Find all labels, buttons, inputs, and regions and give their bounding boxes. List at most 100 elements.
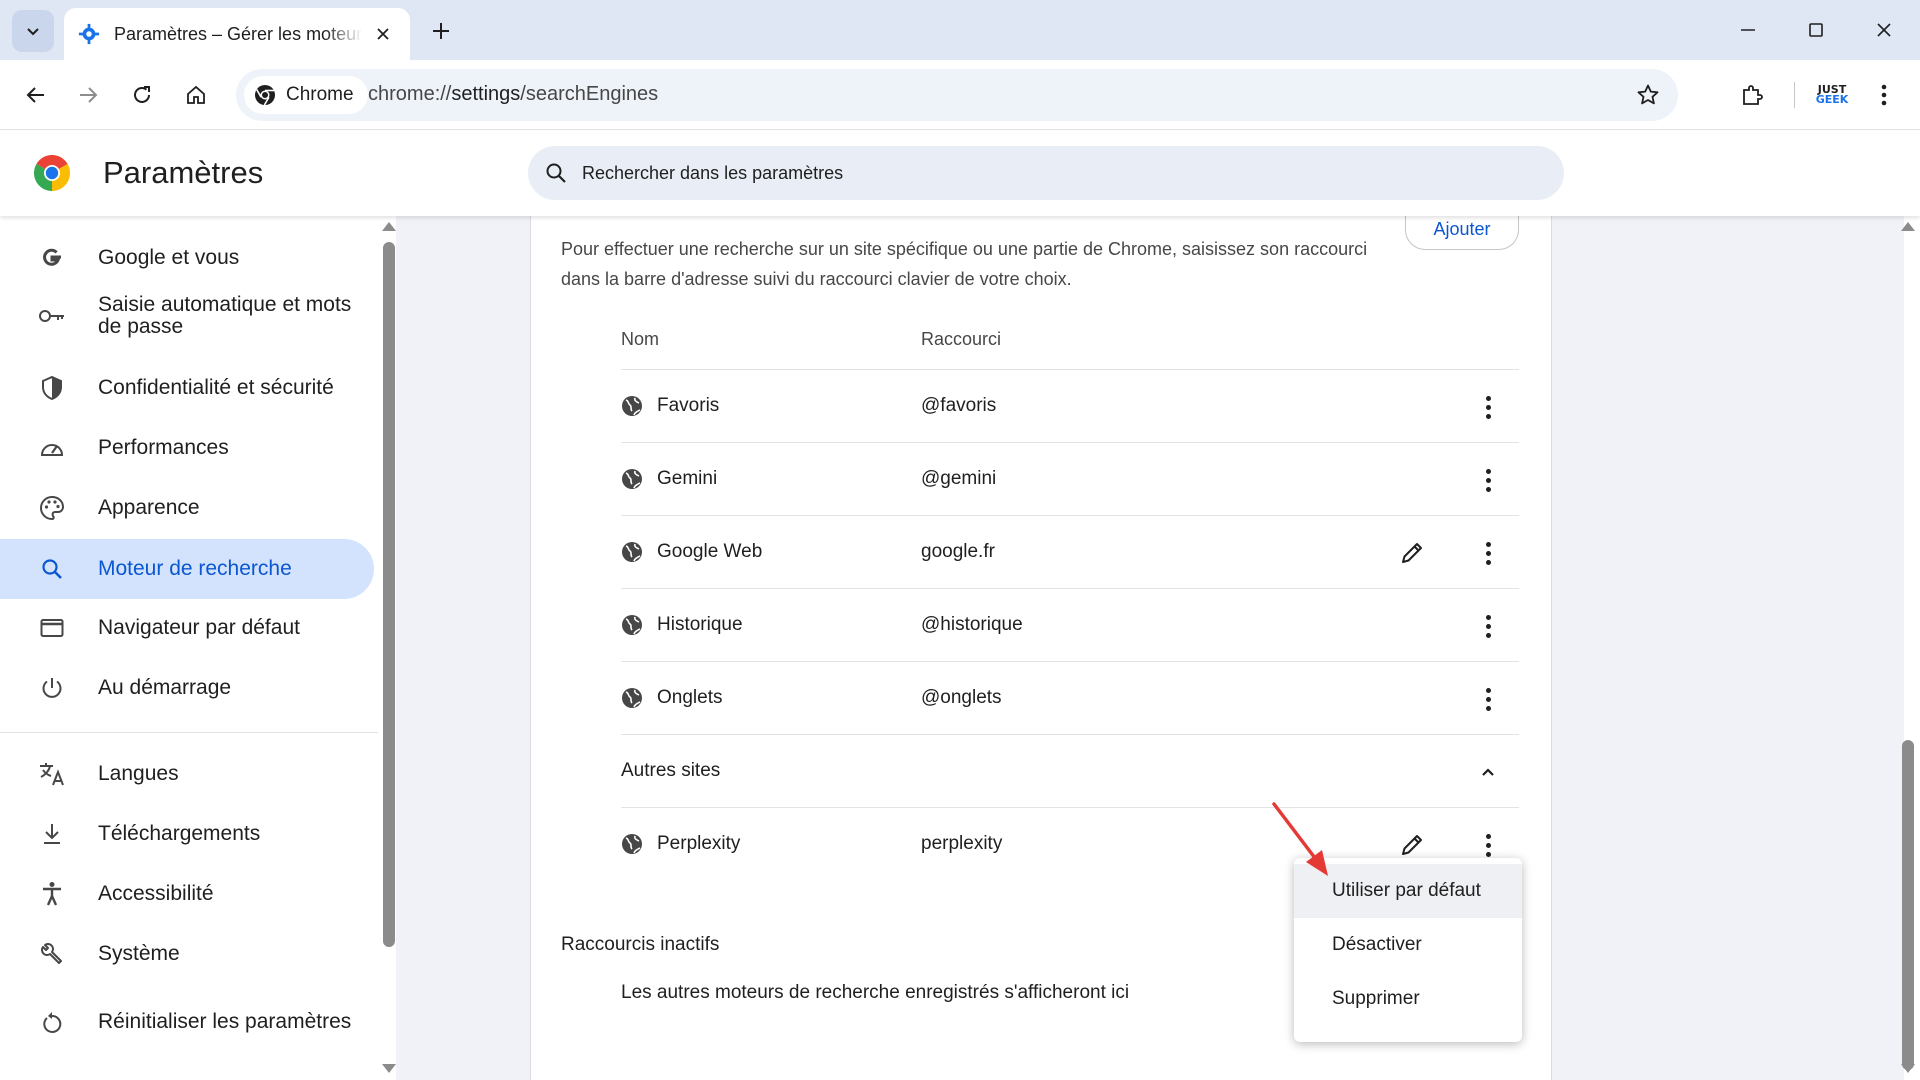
column-header-shortcut: Raccourci <box>921 329 1002 349</box>
toolbar-separator <box>1794 82 1795 108</box>
more-actions-button[interactable] <box>1471 463 1505 497</box>
arrow-right-icon <box>80 87 98 103</box>
more-vert-icon <box>1485 394 1491 421</box>
inactive-shortcuts-title: Raccourcis inactifs <box>561 934 720 955</box>
more-actions-button[interactable] <box>1471 536 1505 570</box>
profile-button[interactable]: JUST GEEK <box>1810 77 1854 113</box>
sidebar-item-system[interactable]: Système <box>0 932 374 976</box>
power-icon <box>38 674 66 702</box>
extensions-button[interactable] <box>1730 73 1774 117</box>
sidebar-item-languages[interactable]: Langues <box>0 752 374 796</box>
chrome-logo-icon <box>34 155 70 191</box>
main-scroll-up[interactable] <box>1901 222 1915 231</box>
sidebar-scroll-up[interactable] <box>382 222 396 231</box>
chrome-menu-button[interactable] <box>1862 73 1906 117</box>
engine-shortcut: @favoris <box>921 395 997 416</box>
main-scrollbar[interactable] <box>1902 740 1914 1070</box>
sidebar-item-label: Moteur de recherche <box>98 557 292 580</box>
menu-item-delete[interactable]: Supprimer <box>1294 972 1522 1026</box>
star-icon <box>1637 84 1659 105</box>
puzzle-icon <box>1743 85 1763 105</box>
settings-search-input[interactable] <box>582 162 1482 184</box>
more-vert-icon <box>1485 686 1491 713</box>
engine-name: Google Web <box>657 541 763 562</box>
more-vert-icon <box>1485 540 1491 567</box>
sidebar-item-startup[interactable]: Au démarrage <box>0 666 374 710</box>
minimize-button[interactable] <box>1718 8 1778 52</box>
sidebar-item-downloads[interactable]: Téléchargements <box>0 812 374 856</box>
browser-tab-settings[interactable]: Paramètres – Gérer les moteurs de recher… <box>64 8 410 60</box>
new-tab-button[interactable] <box>424 14 458 48</box>
more-vert-icon <box>1485 467 1491 494</box>
sidebar-item-search-engine[interactable]: Moteur de recherche <box>0 539 374 599</box>
table-row: Gemini @gemini <box>621 442 1519 515</box>
menu-item-deactivate[interactable]: Désactiver <box>1294 918 1522 972</box>
add-button[interactable]: Ajouter <box>1405 210 1519 250</box>
sidebar-item-default-browser[interactable]: Navigateur par défaut <box>0 606 374 650</box>
engine-name: Onglets <box>657 687 723 708</box>
table-row: Google Web google.fr <box>621 515 1519 588</box>
more-actions-button[interactable] <box>1471 609 1505 643</box>
tab-search-button[interactable] <box>12 10 54 52</box>
engine-name: Perplexity <box>657 833 741 854</box>
sidebar-item-privacy[interactable]: Confidentialité et sécurité <box>0 366 374 410</box>
site-info-chip[interactable]: Chrome <box>244 76 368 114</box>
translate-icon <box>38 760 66 788</box>
engine-shortcut: @gemini <box>921 468 997 489</box>
sidebar-item-label: Réinitialiser les paramètres <box>98 1010 352 1033</box>
sidebar-scroll-down[interactable] <box>382 1064 396 1073</box>
address-bar[interactable]: Chrome chrome://settings/searchEngines <box>236 69 1678 121</box>
sidebar-item-label: Performances <box>98 436 229 459</box>
sidebar-item-appearance[interactable]: Apparence <box>0 486 374 530</box>
home-button[interactable] <box>174 73 218 117</box>
globe-icon <box>622 542 642 562</box>
close-tab-icon[interactable] <box>370 21 396 47</box>
sidebar-scrollbar[interactable] <box>383 242 395 947</box>
sidebar-item-reset[interactable]: Réinitialiser les paramètres <box>0 994 374 1050</box>
engine-name: Historique <box>657 614 743 635</box>
main-scroll-down[interactable] <box>1901 1064 1915 1073</box>
maximize-button[interactable] <box>1786 8 1846 52</box>
reload-button[interactable] <box>120 73 164 117</box>
sidebar-item-label: Système <box>98 942 180 965</box>
edit-button[interactable] <box>1397 538 1427 568</box>
sidebar-item-label: Confidentialité et sécurité <box>98 376 334 399</box>
sidebar-item-label: Apparence <box>98 496 200 519</box>
url-text: chrome://settings/searchEngines <box>368 83 659 105</box>
globe-icon <box>622 396 642 416</box>
sidebar-item-google[interactable]: Google et vous <box>0 236 374 280</box>
pencil-icon <box>1402 543 1422 563</box>
home-icon <box>187 85 205 104</box>
bookmark-star-button[interactable] <box>1630 77 1666 113</box>
wrench-icon <box>38 940 66 968</box>
inactive-shortcuts-text: Les autres moteurs de recherche enregist… <box>621 982 1130 1003</box>
search-icon <box>546 163 566 183</box>
more-actions-button[interactable] <box>1471 828 1505 862</box>
browser-toolbar: Chrome chrome://settings/searchEngines J… <box>0 60 1920 130</box>
other-sites-header[interactable]: Autres sites <box>621 734 1519 807</box>
engine-name: Gemini <box>657 468 718 489</box>
chevron-up-icon[interactable] <box>1473 757 1503 787</box>
minimize-icon <box>1741 29 1755 31</box>
google-g-icon <box>38 244 66 272</box>
more-actions-button[interactable] <box>1471 390 1505 424</box>
globe-icon <box>622 615 642 635</box>
edit-button[interactable] <box>1397 830 1427 860</box>
sidebar-item-performance[interactable]: Performances <box>0 426 374 470</box>
more-actions-button[interactable] <box>1471 682 1505 716</box>
sidebar-item-accessibility[interactable]: Accessibilité <box>0 872 374 916</box>
tab-strip: Paramètres – Gérer les moteurs de recher… <box>0 0 1920 60</box>
close-window-button[interactable] <box>1854 8 1914 52</box>
arrow-left-icon <box>26 87 44 103</box>
sidebar-item-label: Saisie automatique et mots de passe <box>98 293 352 338</box>
settings-search-box[interactable] <box>528 146 1564 200</box>
table-row: Favoris @favoris <box>621 369 1519 442</box>
engine-context-menu: Utiliser par défaut Désactiver Supprimer <box>1294 858 1522 1042</box>
sidebar-item-autofill[interactable]: Saisie automatique et mots de passe <box>0 288 374 344</box>
site-search-description: Pour effectuer une recherche sur un site… <box>561 239 1368 289</box>
more-vert-icon <box>1485 613 1491 640</box>
back-button[interactable] <box>14 73 58 117</box>
engine-name: Favoris <box>657 395 720 416</box>
tab-title: Paramètres – Gérer les moteurs de recher… <box>114 23 362 44</box>
forward-button[interactable] <box>66 73 110 117</box>
